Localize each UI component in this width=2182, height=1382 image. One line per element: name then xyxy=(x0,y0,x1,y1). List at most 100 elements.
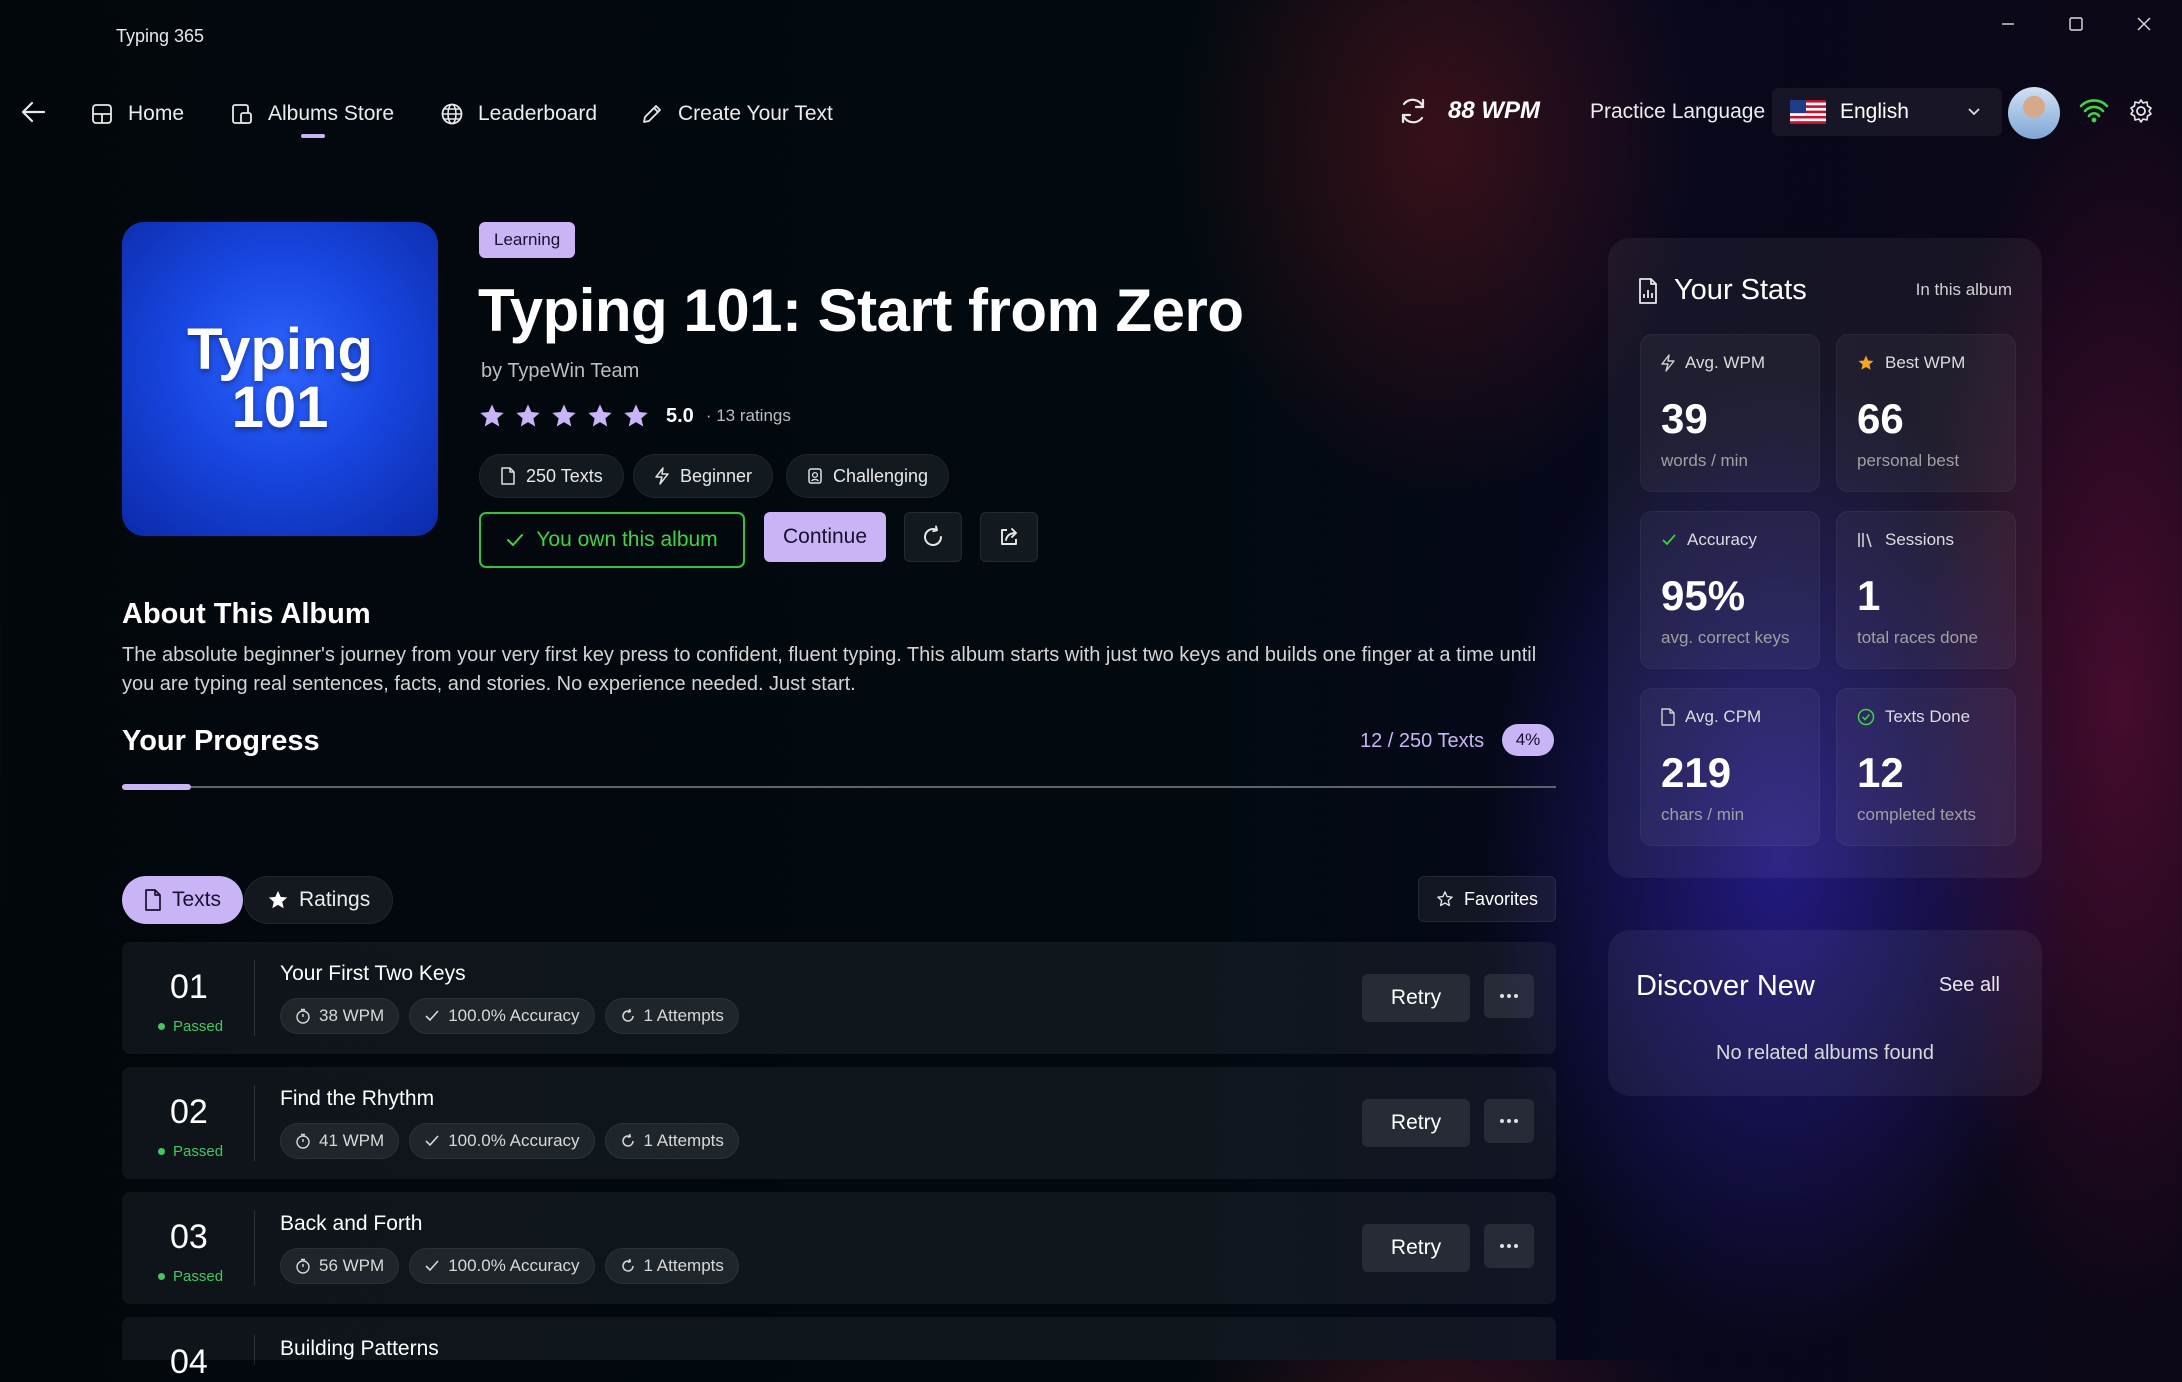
nav-leaderboard-label: Leaderboard xyxy=(478,102,598,125)
nav-albums-store[interactable]: Albums Store xyxy=(230,94,394,134)
category-badge: Learning xyxy=(479,222,576,258)
settings-button[interactable] xyxy=(2128,98,2154,124)
document-icon xyxy=(145,889,161,911)
maximize-icon xyxy=(2069,17,2083,31)
maximize-button[interactable] xyxy=(2050,10,2102,38)
attempts-pill: 1 Attempts xyxy=(604,998,739,1034)
row-divider xyxy=(254,1210,255,1286)
continue-button[interactable]: Continue xyxy=(764,512,886,562)
star-icon xyxy=(480,404,504,427)
chip-difficulty-label: Challenging xyxy=(833,465,929,486)
star-icon xyxy=(588,404,612,427)
check-icon xyxy=(1662,534,1676,546)
user-avatar[interactable] xyxy=(2008,87,2060,139)
attempts-pill: 1 Attempts xyxy=(604,1248,739,1284)
wpm-pill-label: 41 WPM xyxy=(319,1131,385,1150)
nav-create-text-label: Create Your Text xyxy=(678,102,833,125)
more-icon xyxy=(1500,1119,1518,1123)
minimize-button[interactable] xyxy=(1982,10,2034,38)
see-all-link[interactable]: See all xyxy=(1939,974,2000,997)
chip-texts: 250 Texts xyxy=(479,454,624,498)
stat-label: Avg. CPM xyxy=(1685,707,1762,726)
practice-language-label: Practice Language xyxy=(1590,100,1766,123)
status-label: Passed xyxy=(173,1018,224,1035)
wpm-pill: 41 WPM xyxy=(280,1123,400,1159)
check-icon xyxy=(425,1135,439,1147)
badge-icon xyxy=(808,468,822,484)
more-options-button[interactable] xyxy=(1484,1099,1534,1143)
text-row[interactable]: 04 Building Patterns xyxy=(122,1317,1556,1381)
close-button[interactable] xyxy=(2118,10,2170,38)
share-icon xyxy=(1001,528,1017,545)
stat-caption: chars / min xyxy=(1661,805,1745,824)
accuracy-pill: 100.0% Accuracy xyxy=(409,998,595,1034)
stat-caption: total races done xyxy=(1857,628,1978,647)
sync-icon xyxy=(1401,98,1425,124)
pen-icon xyxy=(643,105,661,123)
text-row[interactable]: 03 Passed Back and Forth 56 WPM 100.0% A… xyxy=(122,1192,1556,1304)
language-select[interactable]: English xyxy=(1772,88,2002,136)
document-icon xyxy=(1661,708,1675,726)
bolt-icon xyxy=(1661,354,1675,372)
wpm-indicator[interactable]: 88 WPM xyxy=(1396,94,1540,128)
wpm-pill: 56 WPM xyxy=(280,1248,400,1284)
nav-home[interactable]: Home xyxy=(90,94,184,134)
refresh-icon xyxy=(924,525,942,546)
retry-icon xyxy=(621,1258,634,1272)
retry-button[interactable]: Retry xyxy=(1362,974,1470,1022)
row-divider xyxy=(254,1085,255,1161)
back-button[interactable] xyxy=(18,96,50,128)
stat-sessions: Sessions 1 total races done xyxy=(1836,511,2016,669)
nav-albums-store-label: Albums Store xyxy=(268,102,395,125)
stat-value: 66 xyxy=(1857,395,1904,442)
accuracy-pill: 100.0% Accuracy xyxy=(409,1123,595,1159)
us-flag-icon xyxy=(1790,100,1826,124)
retry-button[interactable]: Retry xyxy=(1362,1224,1470,1272)
check-icon xyxy=(425,1260,439,1272)
more-options-button[interactable] xyxy=(1484,974,1534,1018)
favorites-button[interactable]: Favorites xyxy=(1418,876,1556,922)
tab-ratings-label: Ratings xyxy=(299,888,371,911)
cover-line-2: 101 xyxy=(231,375,329,440)
about-text: The absolute beginner's journey from you… xyxy=(122,644,1537,695)
progress-heading: Your Progress xyxy=(122,725,320,757)
stat-caption: avg. correct keys xyxy=(1661,628,1790,647)
star-icon xyxy=(516,404,540,427)
text-row[interactable]: 01 Passed Your First Two Keys 38 WPM 100… xyxy=(122,942,1556,1054)
text-number: 02 xyxy=(170,1093,208,1131)
share-button[interactable] xyxy=(980,512,1038,562)
stopwatch-icon xyxy=(296,1133,310,1149)
accuracy-pill-label: 100.0% Accuracy xyxy=(448,1006,580,1025)
check-icon xyxy=(425,1010,439,1022)
rating-score: 5.0 xyxy=(666,404,694,427)
connection-status[interactable] xyxy=(2078,96,2110,124)
stat-label: Best WPM xyxy=(1885,353,1966,372)
stats-heading: Your Stats xyxy=(1674,274,1807,306)
progress-track xyxy=(122,786,1556,788)
text-title: Back and Forth xyxy=(280,1212,423,1235)
bolt-icon xyxy=(655,467,669,485)
more-options-button[interactable] xyxy=(1484,1224,1534,1268)
tab-texts[interactable]: Texts xyxy=(122,876,244,924)
nav-create-text[interactable]: Create Your Text xyxy=(640,94,833,134)
document-icon xyxy=(501,467,515,485)
stat-label: Sessions xyxy=(1885,530,1954,549)
star-icon xyxy=(552,404,576,427)
stopwatch-icon xyxy=(296,1008,310,1024)
stat-avg-wpm: Avg. WPM 39 words / min xyxy=(1640,334,1820,492)
text-number: 04 xyxy=(170,1343,208,1381)
tab-ratings[interactable]: Ratings xyxy=(244,876,394,924)
language-value: English xyxy=(1840,100,1909,123)
attempts-pill: 1 Attempts xyxy=(604,1123,739,1159)
back-arrow-icon xyxy=(21,101,46,123)
status-badge: Passed xyxy=(158,1143,223,1160)
text-row[interactable]: 02 Passed Find the Rhythm 41 WPM 100.0% … xyxy=(122,1067,1556,1179)
restart-button[interactable] xyxy=(904,512,962,562)
retry-button[interactable]: Retry xyxy=(1362,1099,1470,1147)
progress-fill xyxy=(122,784,191,790)
owned-album-button[interactable]: You own this album xyxy=(479,512,745,568)
nav-active-indicator xyxy=(301,134,325,138)
attempts-pill-label: 1 Attempts xyxy=(643,1006,724,1025)
attempts-pill-label: 1 Attempts xyxy=(643,1256,724,1275)
nav-leaderboard[interactable]: Leaderboard xyxy=(440,94,597,134)
